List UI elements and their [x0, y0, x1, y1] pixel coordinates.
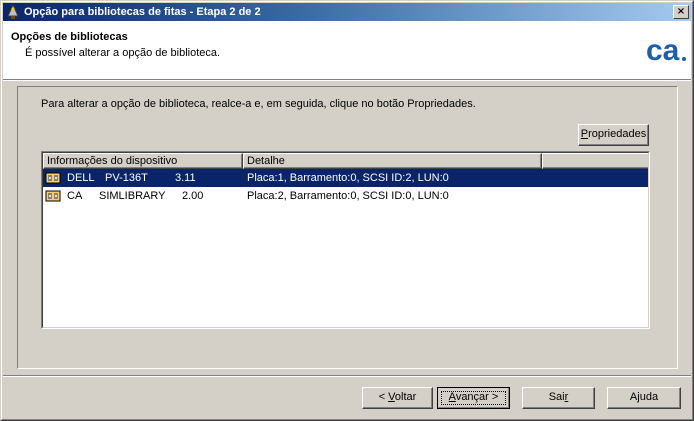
device-list[interactable]: Informações do dispositivo Detalhe DELL …	[41, 151, 650, 329]
device-row[interactable]: DELL PV-136T 3.11 Placa:1, Barramento:0,…	[43, 169, 648, 187]
page-title: Opções de bibliotecas	[11, 31, 128, 43]
device-model: PV-136T	[105, 172, 148, 184]
device-vendor: DELL	[67, 172, 95, 184]
device-version: 3.11	[175, 172, 196, 184]
wizard-window: Opção para bibliotecas de fitas - Etapa …	[0, 0, 694, 421]
column-header-detail[interactable]: Detalhe	[243, 153, 542, 169]
device-model: SIMLIBRARY	[99, 190, 166, 202]
device-detail: Placa:2, Barramento:0, SCSI ID:0, LUN:0	[247, 190, 449, 202]
ca-logo-text: ca	[646, 34, 680, 67]
device-vendor: CA	[67, 190, 83, 202]
footer-separator	[3, 375, 691, 377]
back-button[interactable]: < Voltar	[362, 387, 433, 409]
properties-button[interactable]: Propriedades	[578, 124, 649, 146]
ca-logo: ca	[646, 34, 686, 67]
wizard-header: Opções de bibliotecas É possível alterar…	[3, 21, 691, 79]
device-detail: Placa:1, Barramento:0, SCSI ID:2, LUN:0	[247, 172, 449, 184]
close-icon: ×	[676, 6, 686, 17]
wizard-icon	[7, 4, 19, 19]
column-header-device-info[interactable]: Informações do dispositivo	[43, 153, 243, 169]
help-button[interactable]: Ajuda	[607, 387, 681, 409]
next-button[interactable]: Avançar >	[437, 387, 510, 409]
close-button[interactable]: ×	[673, 5, 689, 19]
tape-library-icon	[45, 190, 61, 202]
device-row[interactable]: CA SIMLIBRARY 2.00 Placa:2, Barramento:0…	[43, 187, 648, 205]
device-version: 2.00	[182, 190, 204, 202]
page-subtitle: É possível alterar a opção de biblioteca…	[25, 47, 221, 59]
window-title: Opção para bibliotecas de fitas - Etapa …	[24, 6, 261, 18]
tape-library-icon	[45, 172, 61, 184]
column-header-empty[interactable]	[542, 153, 648, 169]
exit-button[interactable]: Sair	[522, 387, 595, 409]
instruction-text: Para alterar a opção de biblioteca, real…	[41, 98, 476, 110]
header-separator	[3, 79, 691, 81]
title-bar[interactable]: Opção para bibliotecas de fitas - Etapa …	[3, 3, 691, 21]
